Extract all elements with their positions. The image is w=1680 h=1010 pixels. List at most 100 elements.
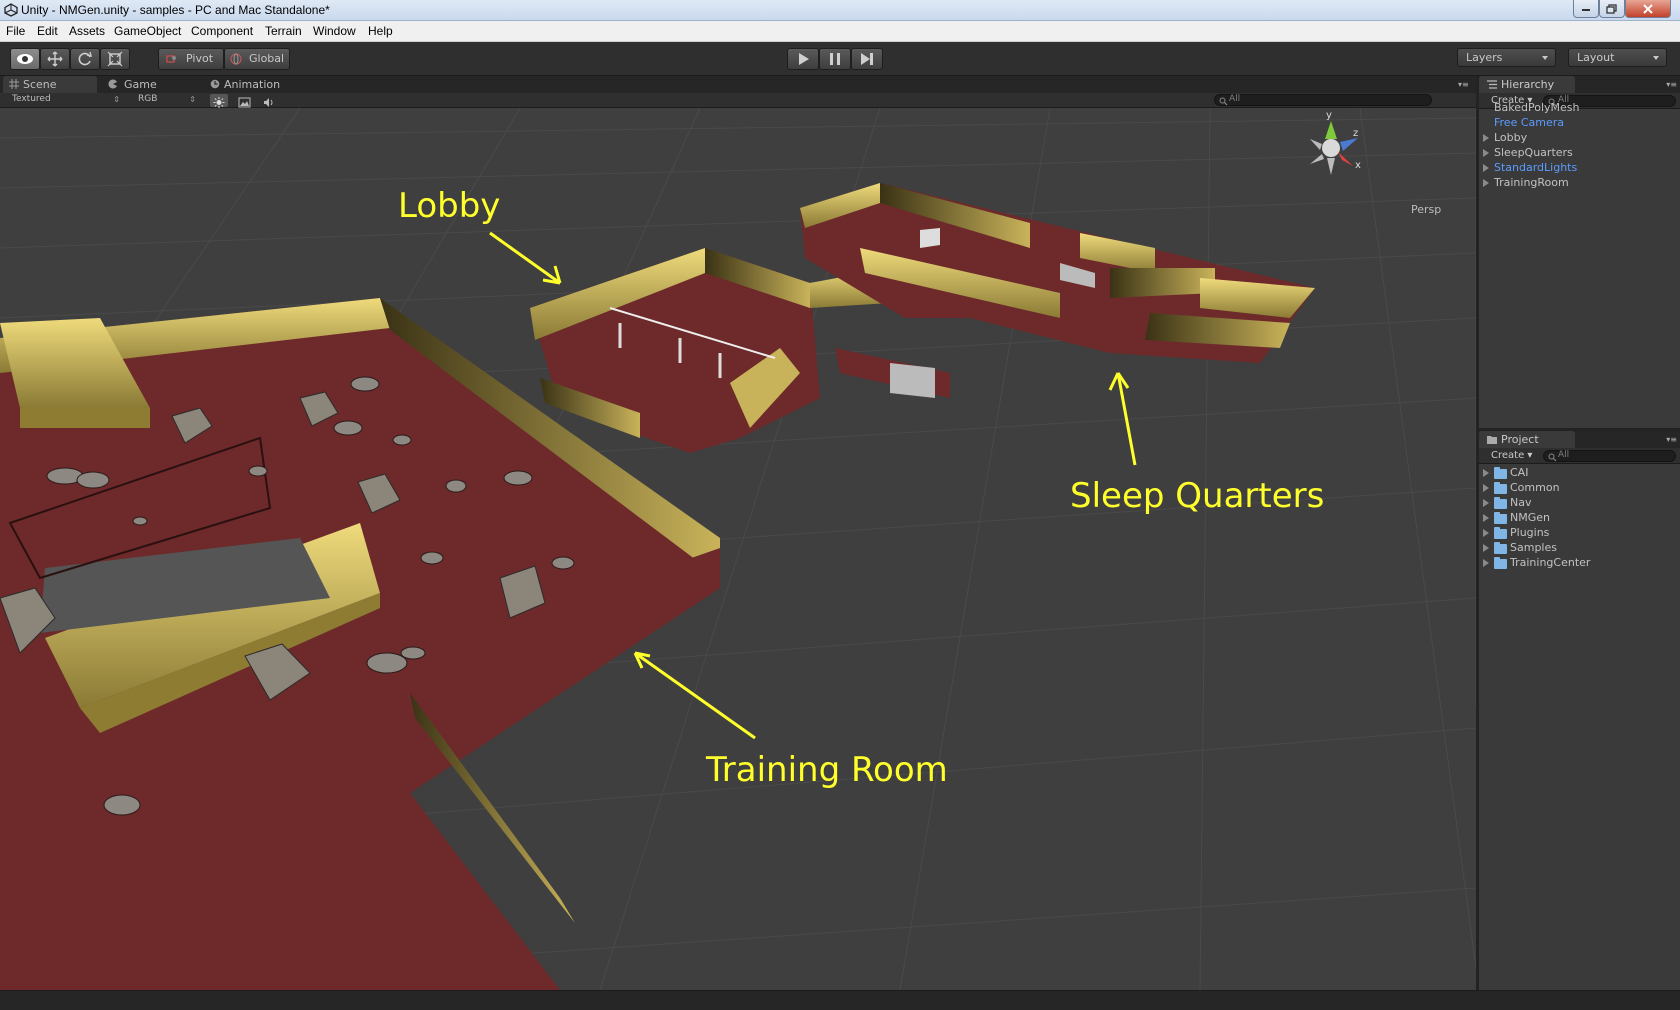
expand-arrow-icon[interactable] — [1483, 164, 1489, 172]
scene-options-bar: Textured ⇕ RGB ⇕ All — [0, 93, 1476, 108]
chevron-down-icon — [1653, 56, 1659, 60]
expand-arrow-icon[interactable] — [1483, 559, 1489, 567]
step-icon — [861, 53, 873, 65]
render-mode-value: Textured — [12, 94, 51, 104]
global-label: Global — [249, 52, 285, 65]
menu-component[interactable]: Component — [191, 24, 253, 38]
menu-help[interactable]: Help — [368, 24, 393, 38]
hierarchy-item-bakedpolymesh[interactable]: BakedPolyMesh — [1494, 101, 1580, 114]
project-create-button[interactable]: Create ▾ — [1491, 450, 1532, 461]
scene-image-toggle[interactable] — [235, 94, 253, 108]
menu-edit[interactable]: Edit — [37, 24, 58, 38]
project-folder-nav[interactable]: Nav — [1510, 496, 1531, 509]
move-arrows-icon — [47, 51, 63, 67]
tab-hierarchy[interactable]: Hierarchy — [1479, 76, 1575, 93]
scene-audio-toggle[interactable] — [260, 94, 278, 107]
menu-gameobject[interactable]: GameObject — [114, 24, 181, 38]
menu-file[interactable]: File — [6, 24, 25, 38]
pause-button[interactable] — [819, 48, 851, 70]
hierarchy-item-standardlights[interactable]: StandardLights — [1494, 161, 1577, 174]
tab-project[interactable]: Project — [1479, 431, 1575, 448]
menu-window[interactable]: Window — [313, 24, 356, 38]
tab-game[interactable]: Game — [104, 76, 194, 93]
expand-arrow-icon[interactable] — [1483, 469, 1489, 477]
color-mode-dropdown[interactable]: RGB ⇕ — [138, 94, 196, 107]
eye-icon — [17, 54, 33, 64]
project-folder-trainingcenter[interactable]: TrainingCenter — [1510, 556, 1590, 569]
rotate-icon — [78, 51, 92, 66]
hierarchy-item-lobby[interactable]: Lobby — [1494, 131, 1527, 144]
expand-arrow-icon[interactable] — [1483, 149, 1489, 157]
step-button[interactable] — [851, 48, 883, 70]
orientation-gizmo[interactable] — [1310, 121, 1358, 175]
folder-icon — [1494, 482, 1507, 494]
project-folder-samples[interactable]: Samples — [1510, 541, 1557, 554]
panel-menu-icon[interactable]: ▾≡ — [1666, 80, 1677, 89]
scale-tool-button[interactable] — [100, 48, 130, 70]
menu-assets[interactable]: Assets — [69, 24, 105, 38]
search-icon — [1219, 97, 1228, 106]
move-tool-button[interactable] — [40, 48, 70, 70]
project-create-label: Create — [1491, 450, 1525, 461]
hierarchy-item-trainingroom[interactable]: TrainingRoom — [1494, 176, 1569, 189]
sleep-quarters-mesh — [800, 183, 1315, 363]
project-search-input[interactable]: All — [1543, 450, 1676, 462]
scene-search-input[interactable]: All — [1214, 94, 1432, 106]
tab-scene-label: Scene — [23, 78, 57, 91]
layers-dropdown[interactable]: Layers — [1457, 48, 1556, 67]
menu-terrain[interactable]: Terrain — [265, 24, 302, 38]
globe-icon — [230, 53, 242, 65]
tab-scene[interactable]: Scene — [3, 76, 97, 93]
folder-icon — [1487, 436, 1497, 444]
rotate-tool-button[interactable] — [70, 48, 100, 70]
training-room-annotation: Training Room — [706, 750, 948, 790]
minimize-button[interactable] — [1573, 0, 1599, 18]
sleep-quarters-annotation: Sleep Quarters — [1070, 476, 1325, 516]
layout-dropdown[interactable]: Layout — [1568, 48, 1667, 67]
pivot-label: Pivot — [186, 52, 214, 65]
tab-animation-label: Animation — [224, 78, 281, 91]
main-toolbar: Pivot Global Layers Layout — [0, 42, 1680, 76]
tab-game-label: Game — [124, 78, 157, 91]
tab-animation[interactable]: Animation — [206, 76, 316, 93]
expand-arrow-icon[interactable] — [1483, 544, 1489, 552]
color-mode-value: RGB — [138, 94, 158, 104]
hierarchy-item-sleepquarters[interactable]: SleepQuarters — [1494, 146, 1573, 159]
scale-icon — [107, 51, 123, 67]
layers-label: Layers — [1466, 51, 1503, 64]
pause-icon — [830, 53, 840, 65]
panel-menu-icon[interactable]: ▾≡ — [1666, 435, 1677, 444]
view-tool-button[interactable] — [10, 48, 40, 70]
play-button[interactable] — [787, 48, 819, 70]
project-folder-nmgen[interactable]: NMGen — [1510, 511, 1550, 524]
maximize-button[interactable] — [1599, 0, 1625, 18]
expand-arrow-icon[interactable] — [1483, 514, 1489, 522]
project-panel: Project ▾≡ Create ▾ All CAI Common Nav N… — [1479, 431, 1680, 990]
folder-icon — [1494, 527, 1507, 539]
scene-lighting-toggle[interactable] — [210, 94, 228, 108]
folder-icon — [1494, 467, 1507, 479]
close-button[interactable] — [1625, 0, 1671, 18]
project-folder-plugins[interactable]: Plugins — [1510, 526, 1549, 539]
global-toggle[interactable]: Global — [224, 48, 290, 70]
hierarchy-tab-label: Hierarchy — [1501, 78, 1555, 91]
lobby-annotation: Lobby — [398, 186, 501, 226]
expand-arrow-icon[interactable] — [1483, 499, 1489, 507]
folder-icon — [1494, 557, 1507, 569]
project-folder-common[interactable]: Common — [1510, 481, 1560, 494]
scene-viewport[interactable]: y z x Persp Lobby Sleep Quarters Trainin… — [0, 108, 1476, 990]
clock-icon — [210, 79, 220, 89]
hierarchy-item-free-camera[interactable]: Free Camera — [1494, 116, 1564, 129]
projection-label[interactable]: Persp — [1411, 203, 1441, 216]
expand-arrow-icon[interactable] — [1483, 484, 1489, 492]
pivot-toggle[interactable]: Pivot — [158, 48, 224, 70]
render-mode-dropdown[interactable]: Textured ⇕ — [12, 94, 120, 107]
project-folder-cai[interactable]: CAI — [1510, 466, 1528, 479]
expand-arrow-icon[interactable] — [1483, 529, 1489, 537]
panel-menu-icon[interactable]: ▾≡ — [1458, 80, 1469, 89]
expand-arrow-icon[interactable] — [1483, 179, 1489, 187]
expand-arrow-icon[interactable] — [1483, 134, 1489, 142]
grid-icon — [9, 79, 19, 89]
chevron-updown-icon: ⇕ — [113, 95, 120, 104]
pacman-icon — [108, 79, 117, 89]
